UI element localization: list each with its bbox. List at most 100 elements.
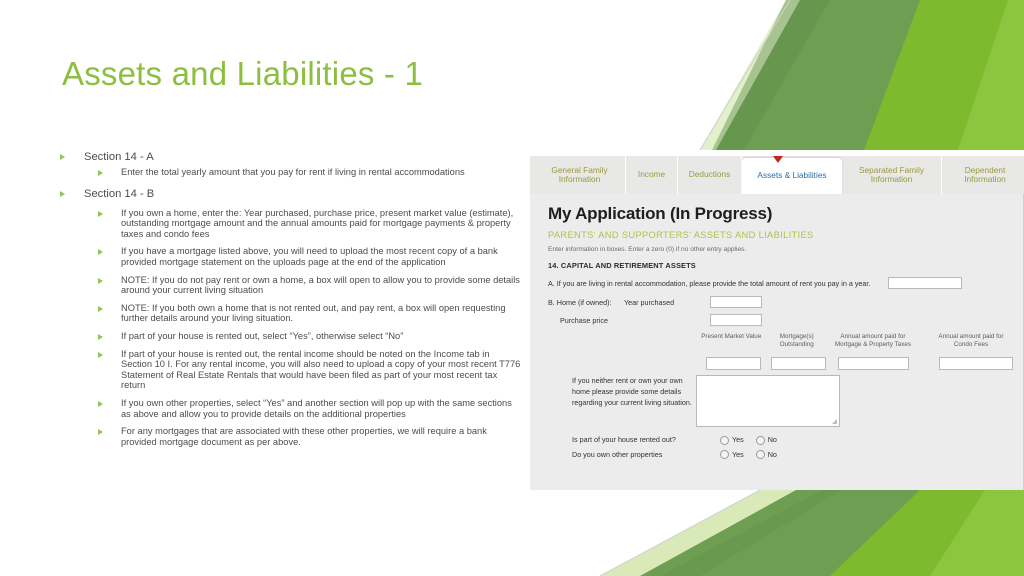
bg-shape-top-mid	[864, 0, 1010, 150]
list-item: NOTE: If you both own a home that is not…	[98, 303, 522, 324]
list-item: For any mortgages that are associated wi…	[98, 426, 522, 447]
bg-shape-top-light	[958, 0, 1024, 150]
tab-dependent-information[interactable]: Dependent Information	[942, 156, 1024, 194]
question-other-properties-label: Do you own other properties	[572, 450, 663, 460]
capital-assets-heading: 14. CAPITAL AND RETIREMENT ASSETS	[548, 261, 696, 270]
bg-shape-bottom-pale	[600, 490, 796, 576]
tab-assets-and-liabilities[interactable]: Assets & Liabilities	[742, 158, 842, 194]
list-item: If you have a mortgage listed above, you…	[98, 246, 522, 267]
form-panel: My Application (In Progress) PARENTS' AN…	[530, 194, 1024, 490]
question-other-properties-row: Do you own other properties Yes No	[548, 450, 1013, 460]
radio-label: Yes	[732, 435, 744, 445]
bullet-triangle-icon	[98, 352, 103, 358]
column-header-annual-mortgage-property-taxes: Annual amount paid for Mortgage & Proper…	[834, 333, 912, 348]
bullet-triangle-icon	[98, 334, 103, 340]
list-item-text: Section 14 - A	[84, 151, 154, 163]
question-a-row: A. If you are living in rental accommoda…	[548, 277, 1013, 289]
purchase-price-label: Purchase price	[560, 315, 608, 325]
home-if-owned-label: B. Home (if owned):	[548, 297, 612, 307]
bullet-list: Section 14 - A Enter the total yearly am…	[60, 150, 522, 454]
bullet-triangle-icon	[98, 211, 103, 217]
radio-circle-icon	[720, 435, 729, 445]
purchase-price-row: Purchase price	[548, 314, 1013, 326]
property-value-inputs	[548, 357, 1014, 371]
radio-circle-icon	[720, 450, 729, 460]
radio-label: No	[767, 449, 777, 459]
question-b-row: B. Home (if owned): Year purchased	[548, 296, 1013, 308]
tab-label: Separated Family Information	[858, 164, 925, 184]
radio-house-rented-no[interactable]: No	[755, 435, 777, 445]
year-purchased-label: Year purchased	[624, 297, 675, 307]
list-item-text: NOTE: If you both own a home that is not…	[121, 302, 506, 324]
list-item-text: If you own a home, enter the: Year purch…	[121, 207, 514, 239]
list-item: If you own other properties, select “Yes…	[98, 398, 522, 419]
section-title: PARENTS' AND SUPPORTERS' ASSETS AND LIAB…	[548, 230, 814, 240]
tab-label: Income	[637, 169, 666, 180]
list-item-text: If you own other properties, select “Yes…	[121, 397, 512, 419]
red-down-arrow-icon	[773, 156, 783, 163]
list-item: Section 14 - B	[60, 187, 522, 202]
bg-shape-top-shadow	[712, 0, 830, 150]
question-house-rented-label: Is part of your house rented out?	[572, 435, 676, 445]
tab-separated-family-information[interactable]: Separated Family Information	[842, 156, 942, 194]
application-title: My Application (In Progress)	[548, 204, 773, 223]
bg-shape-top-pale	[700, 0, 800, 150]
bg-shape-bottom-dark	[600, 490, 1024, 576]
tab-general-family-information[interactable]: General Family Information	[534, 156, 626, 194]
form-hint: Enter information in boxes. Enter a zero…	[548, 246, 747, 253]
list-item-text: Enter the total yearly amount that you p…	[121, 167, 465, 177]
property-column-headers: Present Market Value Mortgage(s) Outstan…	[548, 333, 1013, 348]
bullet-triangle-icon	[60, 154, 65, 160]
list-item: If part of your house is rented out, sel…	[98, 331, 522, 342]
radio-circle-icon	[755, 450, 765, 460]
bullet-triangle-icon	[98, 401, 103, 407]
embedded-application-screenshot: General Family Information Income Deduct…	[530, 156, 1024, 490]
annual-condo-fees-input[interactable]	[939, 357, 1014, 371]
present-market-value-input[interactable]	[706, 357, 761, 371]
bullet-triangle-icon	[98, 306, 103, 312]
purchase-price-input[interactable]	[710, 314, 762, 326]
list-item-text: If part of your house is rented out, sel…	[121, 330, 404, 341]
list-item-text: If you have a mortgage listed above, you…	[121, 246, 498, 267]
question-house-rented-row: Is part of your house rented out? Yes No	[548, 435, 1013, 445]
list-item: If you own a home, enter the: Year purch…	[98, 208, 522, 240]
page-title: Assets and Liabilities - 1	[62, 55, 424, 92]
radio-label: Yes	[732, 449, 744, 459]
tab-label: Dependent Information	[964, 164, 1006, 184]
list-item-text: If part of your house is rented out, the…	[121, 348, 521, 391]
tab-income[interactable]: Income	[626, 156, 678, 194]
annual-rent-input[interactable]	[888, 277, 963, 289]
list-item-text: For any mortgages that are associated wi…	[121, 426, 487, 447]
radio-label: No	[767, 435, 777, 445]
tab-bar: General Family Information Income Deduct…	[530, 156, 1024, 194]
radio-house-rented-yes[interactable]: Yes	[720, 435, 744, 445]
tab-deductions[interactable]: Deductions	[678, 156, 742, 194]
radio-other-properties-no[interactable]: No	[755, 449, 777, 460]
tab-label: Assets & Liabilities	[757, 170, 827, 181]
bullet-triangle-icon	[60, 191, 65, 197]
living-situation-row: If you neither rent or own your own home…	[548, 375, 1013, 428]
list-item-text: Section 14 - B	[84, 187, 155, 200]
list-item: If part of your house is rented out, the…	[98, 349, 522, 391]
bg-shape-bottom-light	[930, 490, 1024, 576]
living-situation-label: If you neither rent or own your own home…	[572, 376, 692, 408]
bullet-triangle-icon	[98, 278, 103, 284]
list-item-text: NOTE: If you do not pay rent or own a ho…	[121, 274, 520, 296]
bullet-triangle-icon	[98, 429, 103, 435]
bg-hairline-bottom	[599, 488, 763, 576]
tab-label: General Family Information	[551, 164, 608, 184]
living-situation-textarea[interactable]	[696, 375, 840, 428]
bullet-triangle-icon	[98, 170, 103, 176]
bg-hairline-top	[699, 0, 791, 151]
column-header-mortgages-outstanding: Mortgage(s) Outstanding	[779, 333, 814, 348]
radio-other-properties-yes[interactable]: Yes	[720, 450, 744, 460]
question-a-label: A. If you are living in rental accommoda…	[548, 278, 871, 288]
year-purchased-input[interactable]	[710, 296, 762, 308]
annual-mortgage-property-taxes-input[interactable]	[837, 357, 910, 371]
list-item: Enter the total yearly amount that you p…	[98, 167, 522, 178]
list-item: NOTE: If you do not pay rent or own a ho…	[98, 275, 522, 296]
column-header-annual-condo-fees: Annual amount paid for Condo Fees	[938, 333, 1004, 348]
mortgages-outstanding-input[interactable]	[770, 357, 826, 371]
column-header-present-market-value: Present Market Value	[701, 333, 762, 340]
radio-circle-icon	[755, 435, 765, 445]
